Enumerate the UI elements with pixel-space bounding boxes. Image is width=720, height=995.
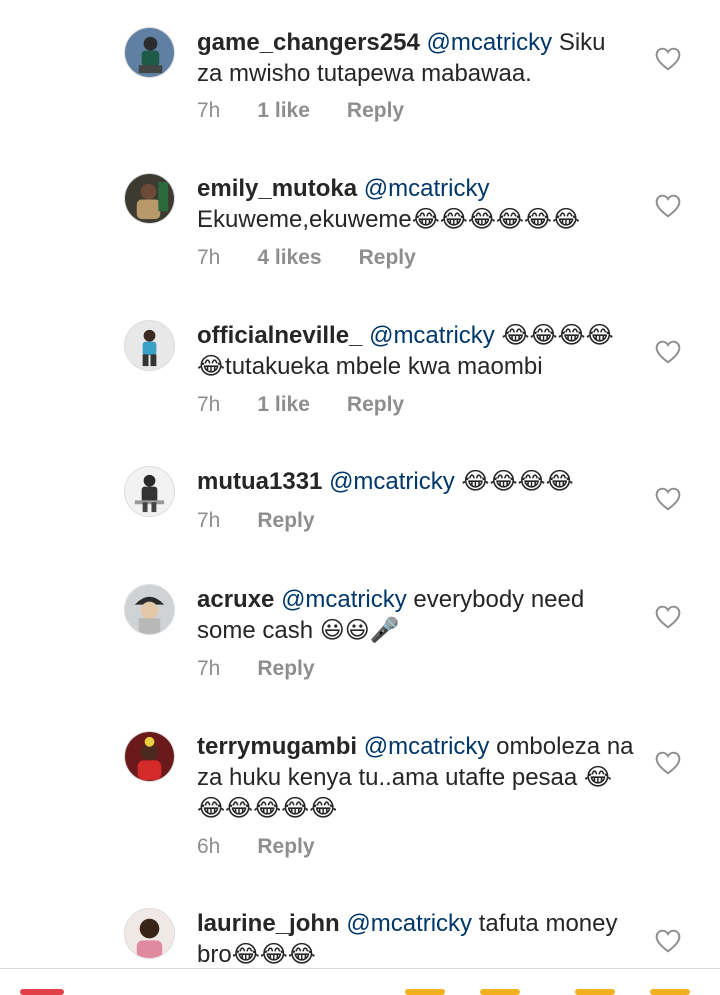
comment-text: officialneville_ @mcatricky 😂😂😂😂😂tutakue…	[197, 320, 637, 382]
comment-mention[interactable]: @mcatricky	[281, 586, 407, 613]
comment-time: 7h	[197, 246, 221, 269]
reply-button[interactable]: Reply	[257, 509, 314, 533]
heart-outline-icon[interactable]	[655, 194, 681, 218]
comment-username[interactable]: officialneville_	[197, 322, 362, 349]
comment-mention[interactable]: @mcatricky	[346, 910, 472, 937]
comment-meta: 7h 1 like Reply	[197, 393, 404, 417]
comment-username[interactable]: mutua1331	[197, 468, 322, 495]
emoji-shortcut-icon[interactable]	[575, 989, 615, 995]
comment-meta: 7h 1 like Reply	[197, 99, 404, 123]
comment-text: terrymugambi @mcatricky omboleza na za h…	[197, 731, 637, 824]
emoji-shortcut-icon[interactable]	[650, 989, 690, 995]
comment-likes[interactable]: 1 like	[257, 393, 310, 417]
reply-button[interactable]: Reply	[347, 99, 404, 123]
comment-content: Ekuweme,ekuweme😂😂😂😂😂😂	[197, 206, 581, 233]
avatar[interactable]	[124, 731, 175, 782]
emoji-shortcut-icon[interactable]	[405, 989, 445, 995]
avatar[interactable]	[124, 27, 175, 78]
avatar[interactable]	[124, 584, 175, 635]
comment-likes[interactable]: 1 like	[257, 99, 310, 123]
comment-mention[interactable]: @mcatricky	[369, 322, 495, 349]
comment-mention[interactable]: @mcatricky	[364, 175, 490, 202]
heart-outline-icon[interactable]	[655, 47, 681, 71]
heart-outline-icon[interactable]	[655, 487, 681, 511]
avatar[interactable]	[124, 908, 175, 959]
reply-button[interactable]: Reply	[257, 657, 314, 681]
comment-time: 7h	[197, 393, 221, 416]
comment-mention[interactable]: @mcatricky	[364, 733, 490, 760]
comment-time: 7h	[197, 657, 221, 680]
reply-button[interactable]: Reply	[257, 835, 314, 859]
comment-meta: 7h Reply	[197, 657, 315, 681]
comment-text: game_changers254 @mcatricky Siku za mwis…	[197, 27, 637, 89]
reply-button[interactable]: Reply	[347, 393, 404, 417]
comment-time: 7h	[197, 99, 221, 122]
comment-text: laurine_john @mcatricky tafuta money bro…	[197, 908, 637, 970]
comment-text: mutua1331 @mcatricky 😂😂😂😂	[197, 466, 637, 497]
avatar[interactable]	[124, 466, 175, 517]
reply-button[interactable]: Reply	[359, 246, 416, 270]
comment-content: 😂😂😂😂	[454, 468, 574, 495]
comment-username[interactable]: game_changers254	[197, 29, 420, 56]
comment-time: 7h	[197, 509, 221, 532]
comment-meta: 6h Reply	[197, 835, 315, 859]
heart-outline-icon[interactable]	[655, 929, 681, 953]
emoji-quick-bar[interactable]	[0, 968, 720, 995]
avatar[interactable]	[124, 320, 175, 371]
heart-outline-icon[interactable]	[655, 751, 681, 775]
comment-time: 6h	[197, 835, 221, 858]
comment-username[interactable]: emily_mutoka	[197, 175, 357, 202]
comment-username[interactable]: terrymugambi	[197, 733, 357, 760]
comment-text: acruxe @mcatricky everybody need some ca…	[197, 584, 637, 646]
heart-outline-icon[interactable]	[655, 605, 681, 629]
avatar[interactable]	[124, 173, 175, 224]
comment-meta: 7h Reply	[197, 509, 315, 533]
heart-outline-icon[interactable]	[655, 340, 681, 364]
comment-text: emily_mutoka @mcatricky Ekuweme,ekuweme😂…	[197, 173, 637, 235]
comment-username[interactable]: acruxe	[197, 586, 274, 613]
comment-username[interactable]: laurine_john	[197, 910, 340, 937]
emoji-shortcut-icon[interactable]	[480, 989, 520, 995]
emoji-shortcut-icon[interactable]	[20, 989, 64, 995]
comment-likes[interactable]: 4 likes	[257, 246, 321, 270]
comment-meta: 7h 4 likes Reply	[197, 246, 416, 270]
comment-mention[interactable]: @mcatricky	[426, 29, 552, 56]
comment-mention[interactable]: @mcatricky	[329, 468, 455, 495]
